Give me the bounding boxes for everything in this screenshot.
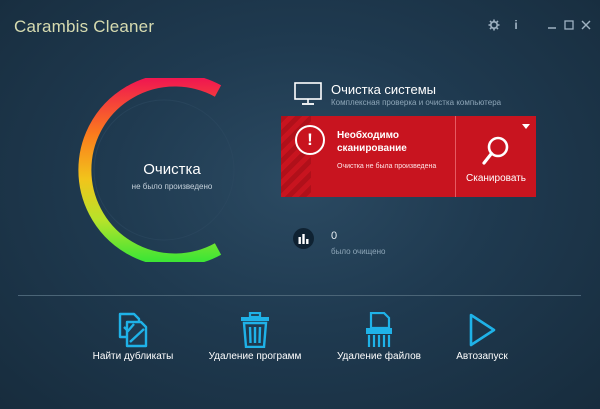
trash-icon: [190, 310, 320, 350]
ring-title: Очистка: [143, 161, 201, 178]
scan-alert-panel: ! Необходимо сканирование Очистка не был…: [281, 116, 536, 197]
tool-label: Автозапуск: [456, 351, 508, 362]
gear-icon[interactable]: [486, 17, 502, 33]
section-divider: [18, 295, 581, 296]
search-icon: [482, 136, 509, 165]
tool-label: Удаление программ: [208, 351, 302, 362]
app-title: Carambis Cleaner: [14, 17, 155, 36]
app-window: Carambis Cleaner i Очистка не было произ…: [0, 0, 600, 409]
maximize-icon[interactable]: [561, 17, 577, 33]
scan-button-label: Сканировать: [466, 173, 526, 184]
ring-subtitle: не было произведено: [131, 182, 213, 191]
title-bar: Carambis Cleaner i: [0, 0, 600, 50]
cleaned-label: было очищено: [331, 247, 386, 256]
dropdown-caret-icon[interactable]: [522, 124, 530, 129]
alert-subtitle: Очистка не была произведена: [337, 163, 437, 170]
system-title: Очистка системы: [331, 82, 436, 97]
minimize-icon[interactable]: [544, 17, 560, 33]
info-icon[interactable]: i: [508, 17, 524, 33]
monitor-icon: [294, 82, 322, 106]
close-icon[interactable]: [578, 17, 594, 33]
play-icon: [417, 310, 547, 350]
duplicates-icon: [68, 310, 198, 350]
tool-label: Найти дубликаты: [92, 351, 174, 362]
warning-icon: !: [295, 125, 325, 155]
bar-chart-icon: [293, 228, 314, 249]
cleaned-count: 0: [331, 230, 338, 242]
scan-button[interactable]: Сканировать: [456, 116, 536, 197]
system-subtitle: Комплексная проверка и очистка компьютер…: [331, 98, 502, 107]
alert-title: Необходимо сканирование: [337, 130, 407, 154]
